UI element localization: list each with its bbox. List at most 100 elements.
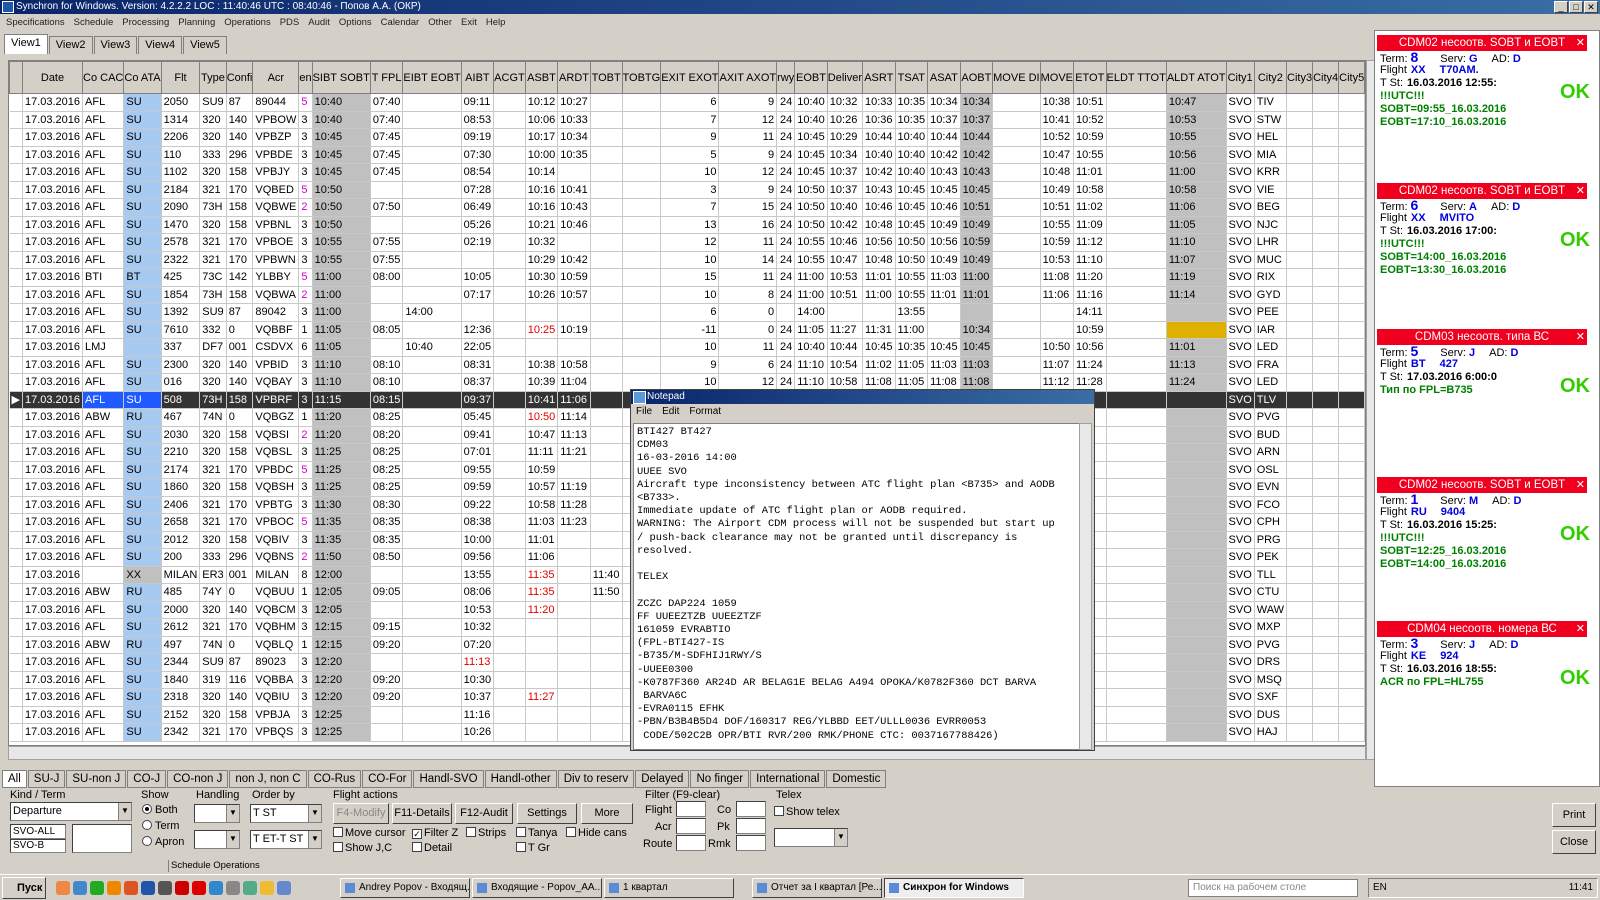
filter-tab[interactable]: Div to reserv	[557, 770, 635, 788]
lang-indicator[interactable]: EN	[1373, 879, 1387, 897]
filter-tab[interactable]: CO-non J	[167, 770, 229, 788]
app-icon-red[interactable]	[192, 881, 206, 895]
table-row[interactable]: 17.03.2016 AFL SU 2578 321 170 VPBOE 3 10:55 07:5…	[9, 233, 1365, 252]
column-header[interactable]: TOBTG	[621, 61, 662, 94]
cdm-alert[interactable]: CDM02 несоотв. SOBT и EOBT ✕ Term: 6 Serv: A A…	[1377, 183, 1591, 313]
filter-tab[interactable]: No finger	[690, 770, 750, 788]
tgr-check[interactable]: T Gr	[516, 842, 550, 854]
column-header[interactable]: Type	[199, 61, 227, 94]
column-header[interactable]: AXIT AXOT	[718, 61, 778, 94]
column-header[interactable]: TOBT	[589, 61, 623, 94]
ok-button[interactable]: OK	[1559, 229, 1591, 251]
powerpoint-icon[interactable]	[124, 881, 138, 895]
menu-item[interactable]: Specifications	[6, 15, 65, 30]
table-row[interactable]: 17.03.2016 AFL SU 1470 320 158 VPBNL 3 10:50 05:2…	[9, 216, 1365, 234]
cdm-alert[interactable]: CDM02 несоотв. SOBT и EOBT ✕ Term: 1 Serv: M A…	[1377, 477, 1591, 607]
term2-list[interactable]: SVO-B	[10, 839, 66, 853]
show-term-radio[interactable]: Term	[142, 820, 179, 832]
close-icon[interactable]: ✕	[1576, 477, 1585, 493]
print-button[interactable]: Print	[1552, 803, 1596, 827]
hide-cans-check[interactable]: Hide cans	[566, 827, 627, 839]
column-header[interactable]: Confi	[225, 61, 254, 94]
menu-item[interactable]: Help	[486, 15, 506, 30]
menu-item[interactable]: Options	[339, 15, 372, 30]
notepad-window[interactable]: Notepad File Edit Format BTI427 BT427 CDM0…	[630, 389, 1095, 751]
tab-view2[interactable]: View2	[48, 36, 93, 54]
task-folder[interactable]: 1 квартал	[604, 878, 734, 898]
column-header[interactable]: ARDT	[557, 61, 591, 94]
close-button[interactable]: ✕	[1584, 1, 1598, 13]
column-header[interactable]: T FPL	[369, 61, 404, 94]
close-window-button[interactable]: Close	[1552, 830, 1596, 854]
table-row[interactable]: 17.03.2016 LMJ 337 DF7 001 CSDVX 6 11:05 10:40 22…	[9, 338, 1365, 357]
show-both-radio[interactable]: Both	[142, 804, 178, 816]
column-header[interactable]: City4	[1312, 61, 1340, 94]
column-header[interactable]: en	[298, 61, 313, 94]
column-header[interactable]: Co CAC	[82, 61, 125, 94]
filter-tab[interactable]: Handl-other	[484, 770, 557, 788]
column-header[interactable]: Acr	[252, 61, 300, 94]
column-header[interactable]: Flt	[160, 61, 201, 94]
column-header[interactable]: Co ATA	[123, 61, 162, 94]
filter-tab[interactable]: CO-Rus	[307, 770, 362, 788]
filter-tab[interactable]: CO-J	[127, 770, 167, 788]
close-icon[interactable]: ✕	[1576, 35, 1585, 51]
tab-view1[interactable]: View1	[4, 34, 48, 54]
ok-button[interactable]: OK	[1559, 81, 1591, 103]
column-header[interactable]: MOVE	[1039, 61, 1075, 94]
column-header[interactable]: MOVE DI	[992, 61, 1041, 94]
ok-button[interactable]: OK	[1559, 523, 1591, 545]
filter-tab[interactable]: non J, non C	[229, 770, 307, 788]
close-icon[interactable]: ✕	[1576, 183, 1585, 199]
acr-filter-input[interactable]	[676, 818, 706, 834]
menu-item[interactable]: Other	[428, 15, 452, 30]
f11-details-button[interactable]: F11-Details	[392, 803, 452, 824]
column-header[interactable]: rwy	[776, 61, 796, 94]
filter-tab[interactable]: CO-For	[362, 770, 413, 788]
desktop-search-input[interactable]: Поиск на рабочем столе	[1188, 879, 1358, 897]
column-header[interactable]: AIBT	[460, 61, 495, 94]
notepad-menu-item[interactable]: Format	[689, 404, 721, 420]
co-filter-input[interactable]	[736, 801, 766, 817]
app-icon-green[interactable]	[243, 881, 257, 895]
column-header[interactable]: EOBT	[794, 61, 828, 94]
filter-tab[interactable]: International	[750, 770, 826, 788]
task-word[interactable]: Отчет за I квартал [Ре...	[752, 878, 882, 898]
column-header[interactable]: ETOT	[1073, 61, 1107, 94]
excel-icon[interactable]	[90, 881, 104, 895]
pk-filter-input[interactable]	[736, 818, 766, 834]
table-row[interactable]: 17.03.2016 AFL SU 110 333 296 VPBDE 3 10:45 07:45…	[9, 146, 1365, 164]
term1-list[interactable]: SVO-ALL	[10, 824, 66, 839]
column-header[interactable]: Deliver	[826, 61, 864, 94]
filter-tab[interactable]: Delayed	[635, 770, 690, 788]
cdm-alert[interactable]: CDM02 несоотв. SOBT и EOBT ✕ Term: 8 Serv: G A…	[1377, 35, 1591, 165]
route-filter-input[interactable]	[676, 835, 706, 851]
folder-icon[interactable]	[260, 881, 274, 895]
column-header[interactable]: ASRT	[862, 61, 896, 94]
tab-view4[interactable]: View4	[138, 36, 183, 54]
menu-item[interactable]: Processing	[122, 15, 169, 30]
outlook-icon[interactable]	[107, 881, 121, 895]
column-header[interactable]: ALDT ATOT	[1165, 61, 1227, 94]
column-header[interactable]: ASAT	[927, 61, 961, 94]
word-icon[interactable]	[141, 881, 155, 895]
notepad-menu-item[interactable]: File	[636, 404, 652, 420]
column-header[interactable]: City1	[1225, 61, 1255, 94]
column-header[interactable]: EXIT EXOT	[660, 61, 720, 94]
column-header[interactable]: Date	[21, 61, 84, 94]
table-row[interactable]: 17.03.2016 BTI BT 425 73C 142 YLBBY 5 11:00 08:00…	[9, 268, 1365, 287]
column-header[interactable]: AOBT	[959, 61, 994, 94]
table-row[interactable]: 17.03.2016 AFL SU 2300 320 140 VPBID 3 11:10 08:1…	[9, 356, 1365, 374]
menu-item[interactable]: Exit	[461, 15, 477, 30]
app-icon-lblue[interactable]	[277, 881, 291, 895]
show-apron-radio[interactable]: Apron	[142, 836, 184, 848]
start-button[interactable]: Пуск	[2, 877, 46, 899]
column-header[interactable]: TSAT	[894, 61, 929, 94]
close-icon[interactable]: ✕	[1576, 329, 1585, 345]
move-cursor-check[interactable]: Move cursor	[333, 827, 406, 839]
detail-check[interactable]: Detail	[412, 842, 452, 854]
column-header[interactable]: ASBT	[524, 61, 559, 94]
minimize-button[interactable]: _	[1554, 1, 1568, 13]
telex-select[interactable]: ▼	[774, 828, 848, 847]
menu-item[interactable]: Calendar	[381, 15, 420, 30]
